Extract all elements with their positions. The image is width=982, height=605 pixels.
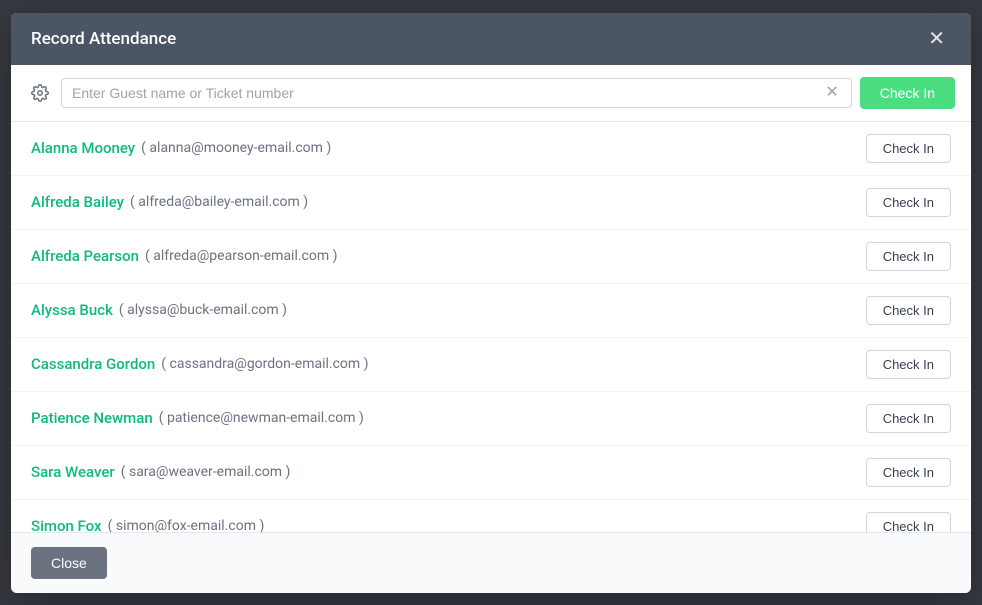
guest-email: ( simon@fox-email.com ) [108,518,265,532]
guest-info: Alyssa Buck ( alyssa@buck-email.com ) [31,301,287,319]
guest-email: ( alyssa@buck-email.com ) [119,302,287,318]
guest-email: ( alfreda@pearson-email.com ) [145,248,337,264]
row-check-in-button[interactable]: Check In [866,404,951,433]
guest-row: Patience Newman ( patience@newman-email.c… [11,392,971,446]
modal-header: Record Attendance ✕ [11,13,971,65]
row-check-in-button[interactable]: Check In [866,350,951,379]
guest-name[interactable]: Alanna Mooney [31,139,135,157]
search-input-container: ✕ [61,78,852,108]
guest-info: Alanna Mooney ( alanna@mooney-email.com ) [31,139,331,157]
guest-row: Alanna Mooney ( alanna@mooney-email.com )… [11,122,971,176]
search-bar: ✕ Check In [11,65,971,122]
row-check-in-button[interactable]: Check In [866,296,951,325]
guest-name[interactable]: Alfreda Bailey [31,193,124,211]
guest-row: Alfreda Bailey ( alfreda@bailey-email.com… [11,176,971,230]
guest-list: Alanna Mooney ( alanna@mooney-email.com )… [11,122,971,532]
guest-info: Alfreda Pearson ( alfreda@pearson-email.c… [31,247,338,265]
guest-email: ( sara@weaver-email.com ) [121,464,291,480]
modal-close-icon-button[interactable]: ✕ [922,27,951,51]
row-check-in-button[interactable]: Check In [866,512,951,532]
guest-row: Cassandra Gordon ( cassandra@gordon-email… [11,338,971,392]
guest-info: Simon Fox ( simon@fox-email.com ) [31,517,264,532]
record-attendance-modal: Record Attendance ✕ ✕ Check In Alanna Mo… [11,13,971,593]
guest-info: Sara Weaver ( sara@weaver-email.com ) [31,463,290,481]
main-check-in-button[interactable]: Check In [860,77,955,109]
guest-row: Alyssa Buck ( alyssa@buck-email.com ) Chec… [11,284,971,338]
search-input[interactable] [72,85,823,101]
guest-name[interactable]: Simon Fox [31,517,102,532]
guest-info: Cassandra Gordon ( cassandra@gordon-email… [31,355,369,373]
close-button[interactable]: Close [31,547,107,579]
row-check-in-button[interactable]: Check In [866,134,951,163]
guest-row: Sara Weaver ( sara@weaver-email.com ) Chec… [11,446,971,500]
row-check-in-button[interactable]: Check In [866,458,951,487]
guest-info: Alfreda Bailey ( alfreda@bailey-email.com… [31,193,308,211]
guest-name[interactable]: Alfreda Pearson [31,247,139,265]
clear-search-button[interactable]: ✕ [823,85,840,101]
guest-email: ( patience@newman-email.com ) [159,410,364,426]
modal-overlay: Record Attendance ✕ ✕ Check In Alanna Mo… [0,0,982,605]
guest-info: Patience Newman ( patience@newman-email.c… [31,409,364,427]
modal-footer: Close [11,532,971,593]
guest-name[interactable]: Alyssa Buck [31,301,113,319]
gear-icon [31,84,49,102]
guest-name[interactable]: Cassandra Gordon [31,355,155,373]
guest-email: ( alfreda@bailey-email.com ) [130,194,308,210]
guest-row: Simon Fox ( simon@fox-email.com ) Check In [11,500,971,532]
modal-title: Record Attendance [31,29,176,49]
gear-icon-button[interactable] [27,80,53,106]
guest-row: Alfreda Pearson ( alfreda@pearson-email.c… [11,230,971,284]
guest-name[interactable]: Sara Weaver [31,463,115,481]
guest-email: ( cassandra@gordon-email.com ) [161,356,368,372]
guest-email: ( alanna@mooney-email.com ) [141,140,331,156]
row-check-in-button[interactable]: Check In [866,242,951,271]
guest-name[interactable]: Patience Newman [31,409,153,427]
row-check-in-button[interactable]: Check In [866,188,951,217]
